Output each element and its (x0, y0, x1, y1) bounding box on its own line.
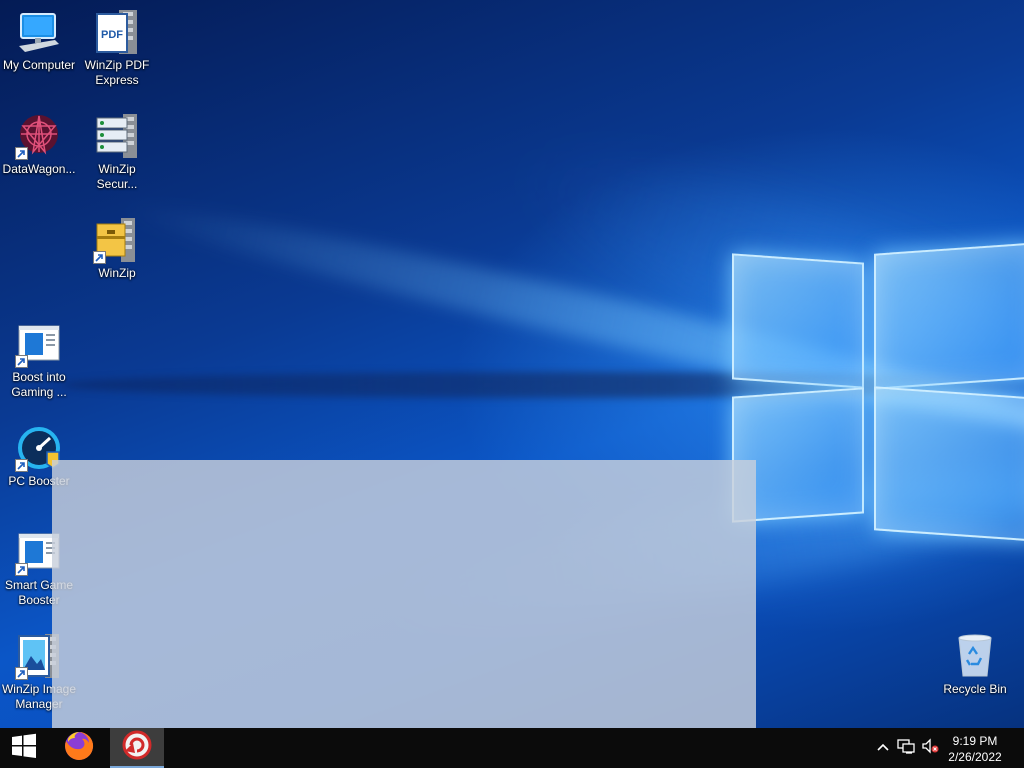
desktop-icon-winzip-secure[interactable]: WinZip Secur... (78, 112, 156, 192)
overlay-panel (52, 460, 756, 728)
shortcut-arrow-icon (15, 147, 28, 160)
desktop-icon-winzip-pdf-express[interactable]: PDF WinZip PDF Express (78, 8, 156, 88)
chevron-up-icon (876, 739, 890, 757)
desktop-icon-label: My Computer (2, 58, 76, 72)
svg-text:PDF: PDF (101, 29, 123, 41)
winzip-pdf-icon: PDF (93, 8, 141, 56)
shortcut-arrow-icon (15, 563, 28, 576)
desktop-icon-label: Boost into Gaming ... (11, 370, 67, 399)
start-button[interactable] (0, 728, 48, 768)
desktop-icon-label: Recycle Bin (943, 682, 1007, 696)
recycle-bin-icon (951, 632, 999, 680)
taskbar: 9:19 PM 2/26/2022 (0, 728, 1024, 768)
computer-icon (15, 8, 63, 56)
taskbar-game-booster-button[interactable] (110, 728, 164, 768)
desktop-icon-my-computer[interactable]: My Computer (0, 8, 78, 73)
clock-time: 9:19 PM (952, 734, 998, 748)
desktop-icon-boost-into-gaming[interactable]: Boost into Gaming ... (0, 320, 78, 400)
desktop-icon-label: DataWagon... (2, 162, 76, 176)
network-tray-button[interactable] (894, 728, 918, 768)
shortcut-arrow-icon (15, 355, 28, 368)
shortcut-arrow-icon (15, 667, 28, 680)
application-window-icon (15, 320, 63, 368)
desktop-icon-datawagon[interactable]: DataWagon... (0, 112, 78, 177)
desktop-icon-label: WinZip Secur... (96, 162, 138, 191)
winzip-secure-icon (93, 112, 141, 160)
windows-logo-icon (11, 733, 37, 764)
clock-date: 2/26/2022 (948, 750, 1002, 764)
wallpaper-pane (874, 386, 1024, 542)
desktop-icon-winzip[interactable]: WinZip (78, 216, 156, 281)
game-booster-app-icon (121, 729, 153, 766)
shortcut-arrow-icon (93, 251, 106, 264)
volume-muted-icon (921, 737, 939, 759)
desktop-icon-label: WinZip (98, 266, 136, 280)
winzip-icon (93, 216, 141, 264)
show-hidden-icons-button[interactable] (872, 728, 894, 768)
taskbar-firefox-button[interactable] (52, 728, 106, 768)
volume-tray-button[interactable] (918, 728, 942, 768)
taskbar-clock[interactable]: 9:19 PM 2/26/2022 (940, 733, 1010, 765)
wallpaper-pane (732, 253, 864, 389)
wallpaper-pane (874, 242, 1024, 390)
desktop-icon-recycle-bin[interactable]: Recycle Bin (936, 632, 1014, 697)
datawagon-icon (15, 112, 63, 160)
desktop-icon-label: WinZip PDF Express (84, 58, 150, 87)
network-icon (897, 738, 915, 759)
firefox-icon (63, 730, 95, 767)
shortcut-arrow-icon (15, 459, 28, 472)
